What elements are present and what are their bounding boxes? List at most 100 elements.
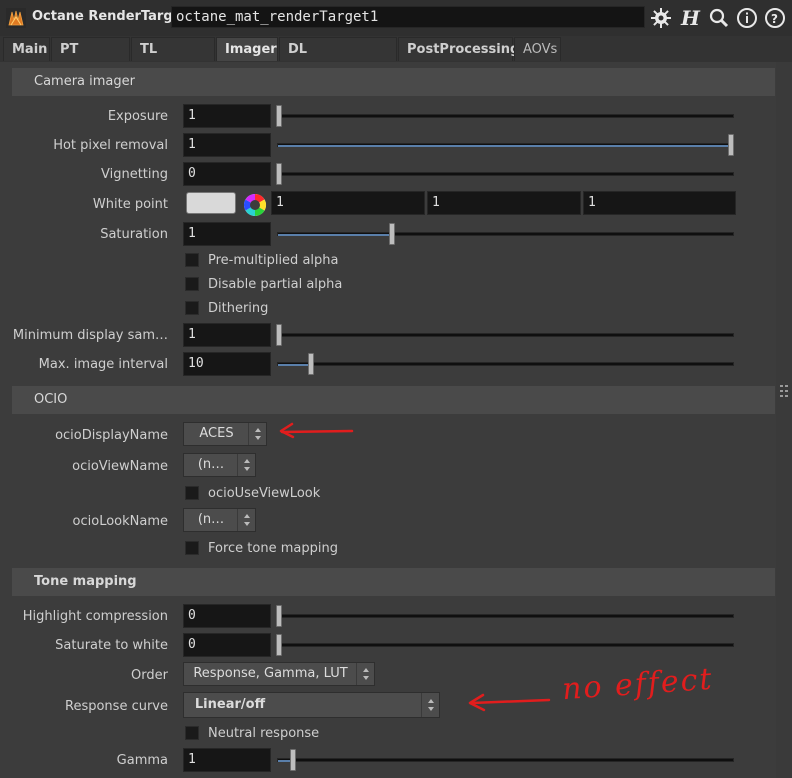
updown-arrow-icon	[421, 693, 440, 717]
order-label: Order	[131, 668, 168, 683]
tab-dl-environment[interactable]: DL Environment	[279, 37, 397, 81]
updown-arrow-icon	[356, 663, 375, 685]
saturation-field[interactable]: 1	[183, 222, 271, 246]
hot-pixel-field[interactable]: 1	[183, 133, 271, 157]
hot-pixel-label: Hot pixel removal	[53, 138, 168, 153]
exposure-field[interactable]: 1	[183, 104, 271, 128]
updown-arrow-icon	[237, 509, 256, 531]
svg-text:?: ?	[771, 12, 778, 26]
vignetting-slider-handle[interactable]	[276, 163, 282, 185]
ocio-use-view-look-checkbox[interactable]	[185, 486, 199, 500]
exposure-slider-handle[interactable]	[276, 105, 282, 127]
min-display-slider-handle[interactable]	[276, 324, 282, 346]
min-display-slider[interactable]	[277, 333, 734, 337]
hot-pixel-slider[interactable]	[277, 143, 734, 147]
white-point-swatch[interactable]	[186, 192, 236, 214]
saturate-white-label: Saturate to white	[55, 638, 168, 653]
gamma-field[interactable]: 1	[183, 748, 271, 772]
hot-pixel-slider-handle[interactable]	[728, 134, 734, 156]
saturation-slider-handle[interactable]	[389, 223, 395, 245]
gamma-slider-handle[interactable]	[289, 749, 296, 771]
houdini-h-icon[interactable]: H	[678, 6, 702, 30]
slider-fill	[278, 364, 310, 366]
vignetting-label: Vignetting	[100, 167, 168, 182]
slider-fill	[278, 145, 733, 147]
red-arrow-annotation-icon	[278, 420, 354, 440]
dithering-checkbox[interactable]	[185, 301, 199, 315]
red-arrow-annotation-icon	[467, 690, 551, 714]
saturate-white-slider[interactable]	[277, 643, 734, 647]
updown-arrow-icon	[237, 454, 256, 476]
force-tone-label: Force tone mapping	[208, 541, 338, 556]
saturation-slider[interactable]	[277, 232, 734, 236]
gear-icon[interactable]	[649, 6, 673, 30]
vignetting-slider[interactable]	[277, 172, 734, 176]
neutral-response-checkbox[interactable]	[185, 726, 199, 740]
response-curve-label: Response curve	[65, 699, 168, 714]
highlight-slider-handle[interactable]	[276, 605, 282, 627]
exposure-label: Exposure	[107, 109, 168, 124]
white-point-b-field[interactable]: 1	[583, 191, 736, 215]
saturate-white-slider-handle[interactable]	[276, 634, 282, 656]
response-curve-dropdown[interactable]: Linear/off	[183, 692, 440, 718]
exposure-slider[interactable]	[277, 114, 734, 118]
section-tone-mapping[interactable]: Tone mapping	[12, 568, 775, 596]
ocio-look-value: (n…	[197, 512, 225, 527]
white-point-r-field[interactable]: 1	[271, 191, 425, 215]
ocio-display-label: ocioDisplayName	[55, 428, 168, 443]
tab-pt-kernel[interactable]: PT Kernel	[51, 37, 130, 81]
updown-arrow-icon	[248, 423, 267, 445]
tab-imager[interactable]: Imager	[216, 37, 278, 61]
highlight-slider[interactable]	[277, 614, 734, 618]
tab-aovs[interactable]: AOVs	[514, 37, 561, 61]
max-interval-label: Max. image interval	[38, 357, 168, 372]
ocio-look-dropdown[interactable]: (n…	[183, 508, 256, 532]
ocio-view-value: (n…	[197, 457, 225, 472]
gamma-slider[interactable]	[277, 758, 734, 762]
tab-tl-camera[interactable]: TL Camera	[131, 37, 215, 81]
node-type-label: Octane RenderTarget	[32, 9, 188, 24]
disable-partial-checkbox[interactable]	[185, 277, 199, 291]
slider-fill	[278, 234, 392, 236]
ocio-view-label: ocioViewName	[72, 459, 168, 474]
tab-postprocessing[interactable]: PostProcessing	[398, 37, 519, 61]
dithering-label: Dithering	[208, 301, 269, 316]
ocio-display-value: ACES	[199, 426, 234, 441]
min-display-field[interactable]: 1	[183, 323, 271, 347]
saturation-label: Saturation	[100, 227, 168, 242]
color-wheel-icon[interactable]	[242, 192, 268, 218]
min-display-label: Minimum display sam…	[12, 328, 168, 343]
info-icon[interactable]	[735, 6, 759, 30]
neutral-response-label: Neutral response	[208, 726, 320, 741]
disable-partial-label: Disable partial alpha	[208, 277, 343, 292]
force-tone-checkbox[interactable]	[185, 541, 199, 555]
saturate-white-field[interactable]: 0	[183, 633, 271, 657]
response-curve-value: Linear/off	[194, 697, 266, 712]
white-point-label: White point	[92, 197, 168, 212]
section-camera-imager[interactable]: Camera imager	[12, 68, 775, 96]
vignetting-field[interactable]: 0	[183, 162, 271, 186]
max-interval-field[interactable]: 10	[183, 352, 271, 376]
order-value: Response, Gamma, LUT	[193, 666, 348, 681]
svg-text:H: H	[680, 6, 701, 30]
help-icon[interactable]: ?	[763, 6, 787, 30]
section-ocio[interactable]: OCIO	[12, 386, 775, 414]
order-dropdown[interactable]: Response, Gamma, LUT	[183, 662, 375, 686]
search-icon[interactable]	[707, 6, 731, 30]
white-point-g-field[interactable]: 1	[427, 191, 581, 215]
tab-main[interactable]: Main	[3, 37, 50, 61]
scrollbar[interactable]	[776, 62, 792, 778]
ocio-view-dropdown[interactable]: (n…	[183, 453, 256, 477]
node-name-field[interactable]: octane_mat_renderTarget1	[171, 6, 645, 28]
gamma-label: Gamma	[116, 753, 168, 768]
highlight-label: Highlight compression	[22, 609, 168, 624]
ocio-look-label: ocioLookName	[72, 514, 168, 529]
premult-checkbox[interactable]	[185, 253, 199, 267]
highlight-field[interactable]: 0	[183, 604, 271, 628]
max-interval-slider[interactable]	[277, 362, 734, 366]
octane-logo-icon[interactable]	[6, 8, 26, 28]
max-interval-slider-handle[interactable]	[307, 353, 314, 375]
premult-label: Pre-multiplied alpha	[208, 253, 339, 268]
scrollbar-grip-icon[interactable]	[780, 385, 788, 397]
ocio-display-dropdown[interactable]: ACES	[183, 422, 267, 446]
